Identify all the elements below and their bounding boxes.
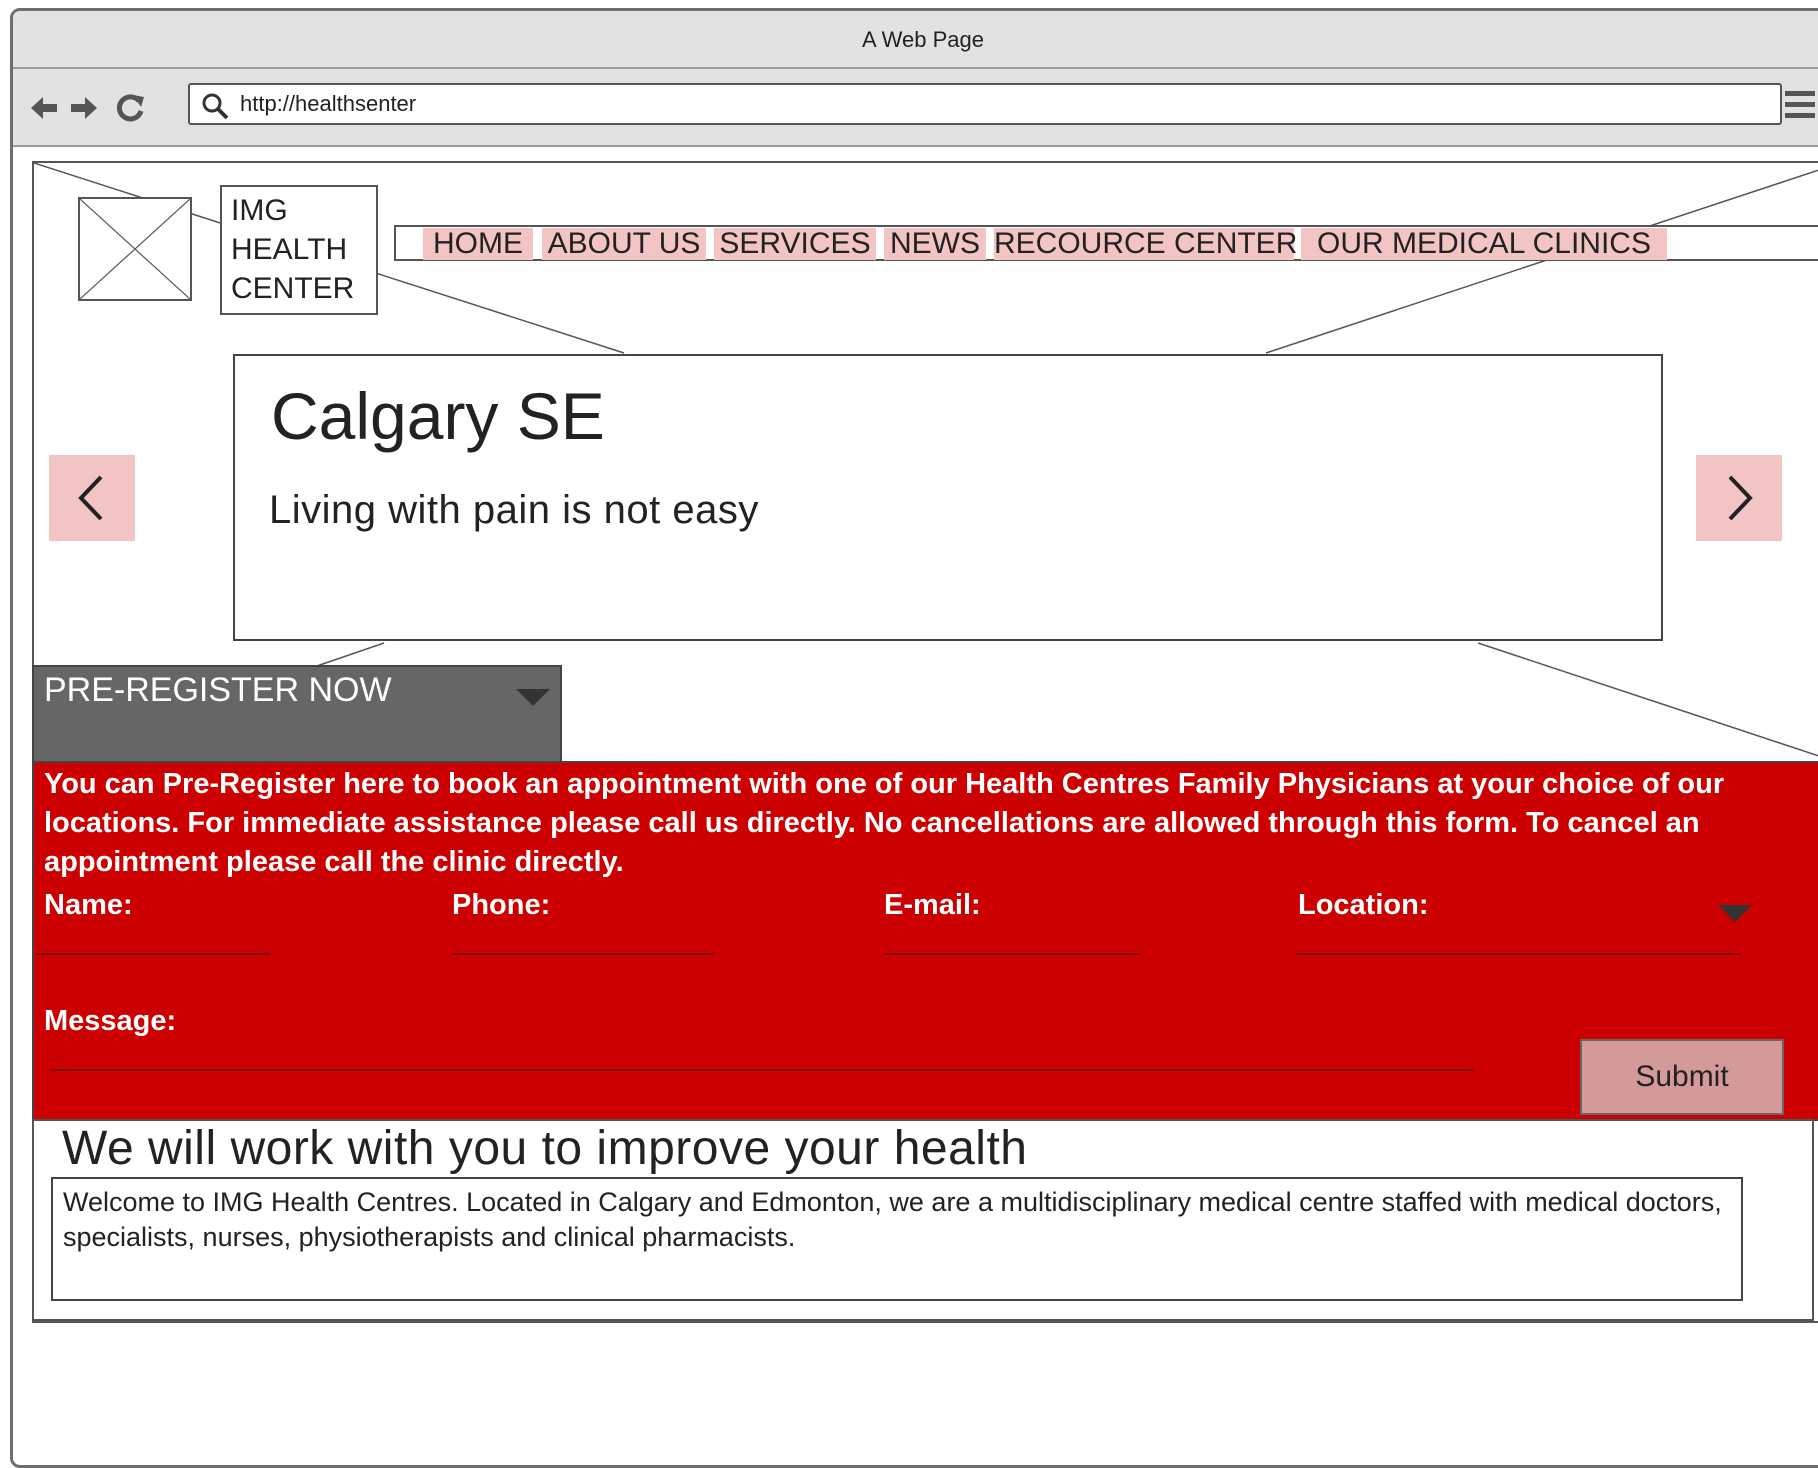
submit-button[interactable]: Submit [1580, 1039, 1784, 1115]
image-placeholder-icon [79, 198, 191, 300]
hero-subtitle: Living with pain is not easy [269, 488, 759, 532]
logo-text: IMG HEALTH CENTER [220, 185, 378, 315]
logo-image-placeholder [78, 197, 192, 301]
carousel-next-button[interactable] [1696, 455, 1782, 541]
nav-item-about-us[interactable]: ABOUT US [542, 228, 706, 260]
forward-arrow-icon[interactable] [67, 91, 101, 125]
browser-window: A Web Page http://healthsenter IMG HEALT… [10, 8, 1818, 1468]
nav-item-services[interactable]: SERVICES [714, 228, 876, 260]
form-intro-text: You can Pre-Register here to book an app… [44, 768, 1725, 878]
hamburger-menu-icon[interactable] [1783, 85, 1818, 125]
carousel-prev-button[interactable] [49, 455, 135, 541]
name-label: Name: [44, 889, 133, 921]
nav-item-resource-center[interactable]: RECOURCE CENTER [994, 228, 1297, 260]
nav-item-medical-clinics[interactable]: OUR MEDICAL CLINICS [1301, 228, 1667, 260]
window-title: A Web Page [862, 27, 984, 52]
welcome-text: Welcome to IMG Health Centres. Located i… [51, 1177, 1743, 1301]
email-label: E-mail: [884, 889, 981, 921]
main-nav: HOME ABOUT US SERVICES NEWS RECOURCE CEN… [394, 225, 1818, 261]
address-bar[interactable]: http://healthsenter [188, 83, 1782, 125]
chevron-left-icon [78, 475, 103, 521]
page-container: IMG HEALTH CENTER HOME ABOUT US SERVICES… [32, 161, 1818, 1323]
nav-item-home[interactable]: HOME [423, 228, 533, 260]
hero-title: Calgary SE [271, 379, 605, 453]
url-text: http://healthsenter [240, 91, 417, 116]
email-input[interactable] [884, 953, 1140, 955]
back-arrow-icon[interactable] [27, 91, 61, 125]
search-icon [202, 93, 229, 120]
message-input[interactable] [50, 1069, 1474, 1071]
location-caret-down-icon[interactable] [1718, 905, 1752, 923]
preregister-form: You can Pre-Register here to book an app… [32, 761, 1818, 1121]
preregister-dropdown[interactable]: PRE-REGISTER NOW [32, 665, 562, 763]
name-input[interactable] [36, 953, 270, 955]
phone-label: Phone: [452, 889, 551, 921]
location-select[interactable] [1296, 953, 1740, 955]
location-label: Location: [1298, 889, 1429, 921]
welcome-heading: We will work with you to improve your he… [62, 1122, 1028, 1175]
phone-input[interactable] [452, 953, 714, 955]
reload-icon[interactable] [113, 91, 147, 125]
browser-toolbar: http://healthsenter [13, 69, 1818, 147]
hero-slide: Calgary SE Living with pain is not easy [233, 354, 1663, 641]
chevron-right-icon [1728, 475, 1753, 521]
caret-down-icon [516, 689, 550, 706]
title-bar: A Web Page [13, 11, 1818, 69]
message-label: Message: [44, 1005, 177, 1037]
nav-item-news[interactable]: NEWS [884, 228, 986, 260]
welcome-section: We will work with you to improve your he… [32, 1119, 1814, 1321]
preregister-label: PRE-REGISTER NOW [44, 671, 392, 709]
